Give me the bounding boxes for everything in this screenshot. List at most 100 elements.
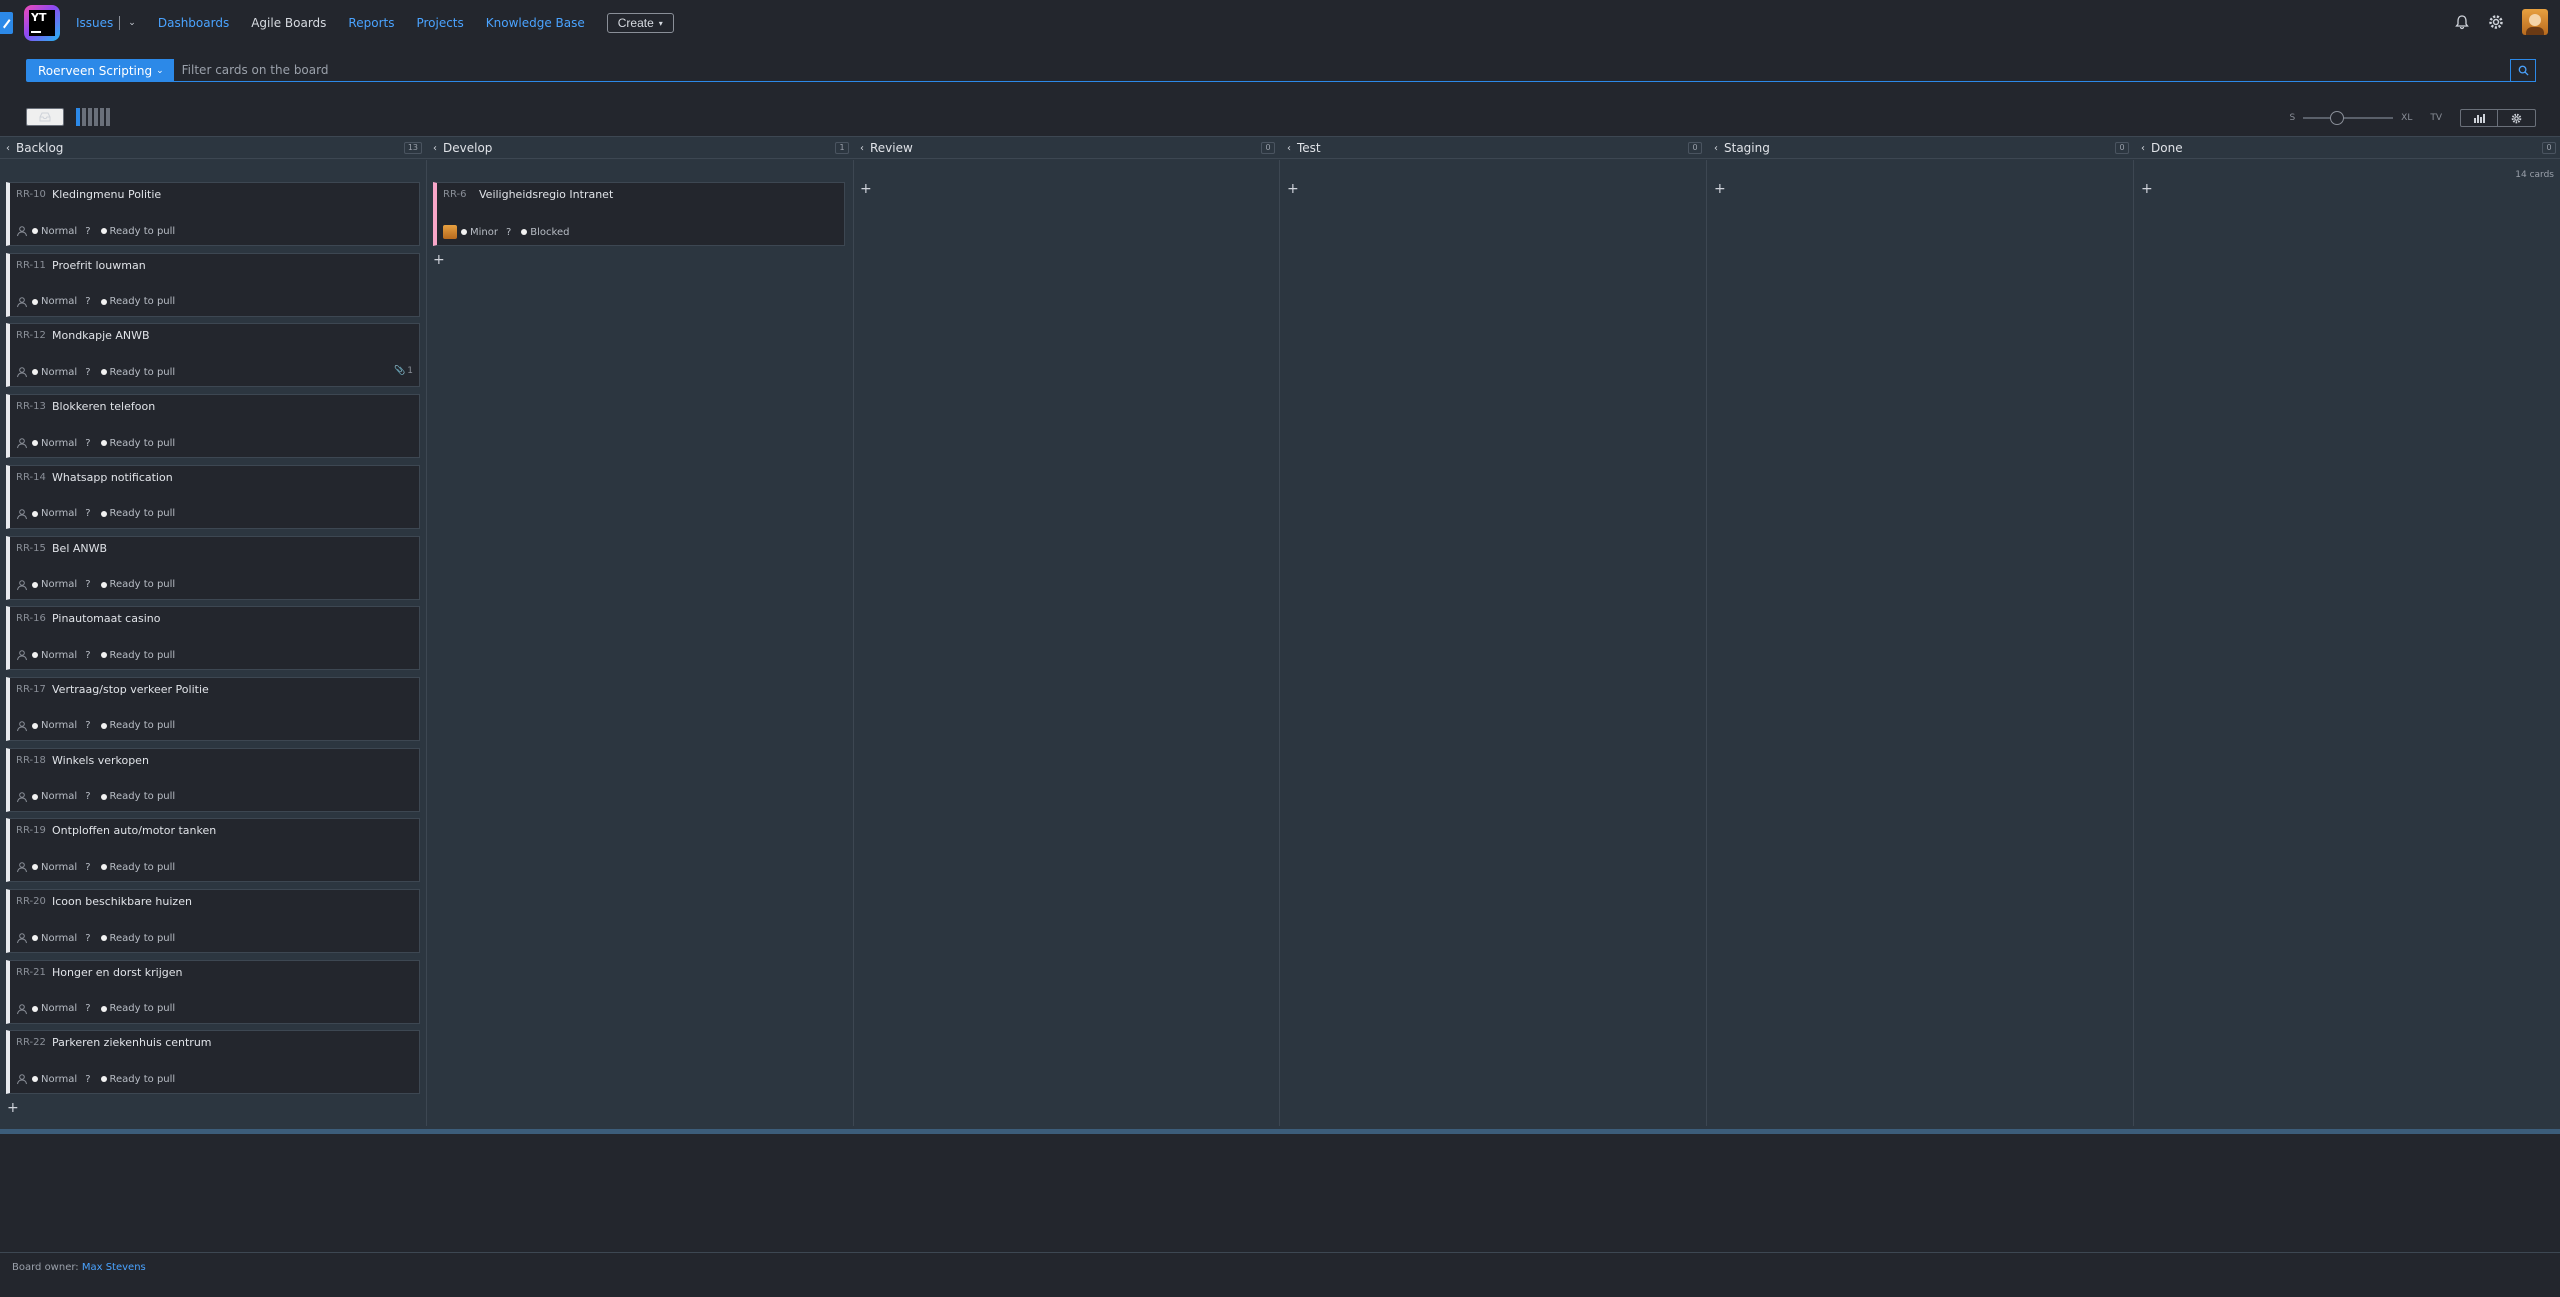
add-card-button-staging[interactable]: + <box>1714 182 1726 196</box>
estimate-field[interactable]: ? <box>85 1074 90 1085</box>
nav-agile-boards[interactable]: Agile Boards <box>251 16 326 30</box>
assignee-icon[interactable] <box>16 791 28 803</box>
column-header-backlog[interactable]: ‹ Backlog 13 <box>0 137 426 159</box>
state-field[interactable]: Ready to pull <box>110 720 176 731</box>
issue-title[interactable]: Kledingmenu Politie <box>52 188 161 201</box>
state-field[interactable]: Ready to pull <box>110 933 176 944</box>
card-size-slider[interactable] <box>2303 111 2394 125</box>
assignee-icon[interactable] <box>16 861 28 873</box>
state-field[interactable]: Ready to pull <box>110 791 176 802</box>
add-card-button-test[interactable]: + <box>1287 182 1299 196</box>
state-field[interactable]: Ready to pull <box>110 296 176 307</box>
state-field[interactable]: Ready to pull <box>110 438 176 449</box>
assignee-icon[interactable] <box>16 1073 28 1085</box>
column-header-done[interactable]: ‹ Done 0 <box>2135 137 2560 159</box>
assignee-icon[interactable] <box>16 225 28 237</box>
estimate-field[interactable]: ? <box>85 720 90 731</box>
estimate-field[interactable]: ? <box>85 367 90 378</box>
issue-id[interactable]: RR-11 <box>16 260 46 271</box>
priority-field[interactable]: Minor <box>470 227 498 238</box>
column-header-staging[interactable]: ‹ Staging 0 <box>1708 137 2133 159</box>
nav-reports[interactable]: Reports <box>348 16 394 30</box>
state-field[interactable]: Ready to pull <box>110 1003 176 1014</box>
user-avatar[interactable] <box>2522 9 2548 35</box>
collapse-chevron-icon[interactable]: ‹ <box>6 143 10 154</box>
issue-card[interactable]: RR-21 Honger en dorst krijgen Normal? Ready… <box>6 959 420 1024</box>
state-field[interactable]: Ready to pull <box>110 367 176 378</box>
issue-id[interactable]: RR-17 <box>16 684 46 695</box>
priority-field[interactable]: Normal <box>41 1074 77 1085</box>
estimate-field[interactable]: ? <box>506 227 511 238</box>
issue-id[interactable]: RR-14 <box>16 472 46 483</box>
collapse-chevron-icon[interactable]: ‹ <box>1714 143 1718 154</box>
issue-title[interactable]: Bel ANWB <box>52 542 107 555</box>
priority-field[interactable]: Normal <box>41 720 77 731</box>
issue-title[interactable]: Ontploffen auto/motor tanken <box>52 824 216 837</box>
slider-knob[interactable] <box>2329 111 2344 125</box>
issue-id[interactable]: RR-13 <box>16 401 46 412</box>
issue-id[interactable]: RR-16 <box>16 613 46 624</box>
issue-title[interactable]: Vertraag/stop verkeer Politie <box>52 683 209 696</box>
issue-id[interactable]: RR-10 <box>16 189 46 200</box>
priority-field[interactable]: Normal <box>41 226 77 237</box>
issue-card[interactable]: RR-12 Mondkapje ANWB Normal? Ready to pull 📎… <box>6 323 420 388</box>
assignee-icon[interactable] <box>16 932 28 944</box>
issue-id[interactable]: RR-18 <box>16 755 46 766</box>
youtrack-logo[interactable]: YT <box>24 5 60 41</box>
priority-field[interactable]: Normal <box>41 1003 77 1014</box>
issue-title[interactable]: Winkels verkopen <box>52 754 149 767</box>
state-field[interactable]: Blocked <box>530 227 569 238</box>
state-field[interactable]: Ready to pull <box>110 862 176 873</box>
issue-title[interactable]: Honger en dorst krijgen <box>52 966 182 979</box>
issue-title[interactable]: Pinautomaat casino <box>52 612 160 625</box>
issue-card[interactable]: RR-14 Whatsapp notification Normal? Ready t… <box>6 464 420 529</box>
estimate-field[interactable]: ? <box>85 933 90 944</box>
issue-card[interactable]: RR-11 Proefrit louwman Normal? Ready to pul… <box>6 252 420 317</box>
estimate-field[interactable]: ? <box>85 226 90 237</box>
assignee-icon[interactable] <box>16 720 28 732</box>
issue-title[interactable]: Proefrit louwman <box>52 259 146 272</box>
nav-issues[interactable]: Issues <box>76 16 113 30</box>
add-card-button-backlog[interactable]: + <box>7 1101 19 1115</box>
project-selector[interactable]: Roerveen Scripting ⌄ <box>26 59 174 82</box>
estimate-field[interactable]: ? <box>85 508 90 519</box>
issue-title[interactable]: Whatsapp notification <box>52 471 173 484</box>
assignee-icon[interactable] <box>16 1003 28 1015</box>
collapse-chevron-icon[interactable]: ‹ <box>2141 143 2145 154</box>
column-header-review[interactable]: ‹ Review 0 <box>854 137 1279 159</box>
estimate-field[interactable]: ? <box>85 296 90 307</box>
assignee-icon[interactable] <box>16 579 28 591</box>
issue-card[interactable]: RR-17 Vertraag/stop verkeer Politie Normal… <box>6 676 420 741</box>
assignee-avatar[interactable] <box>443 225 457 239</box>
bell-icon[interactable] <box>2454 14 2470 30</box>
issue-card[interactable]: RR-18 Winkels verkopen Normal? Ready to pul… <box>6 747 420 812</box>
issue-id[interactable]: RR-22 <box>16 1037 46 1048</box>
pen-icon[interactable] <box>0 12 13 34</box>
priority-field[interactable]: Normal <box>41 791 77 802</box>
tv-mode-label[interactable]: TV <box>2430 113 2442 123</box>
chart-button[interactable] <box>2460 109 2498 127</box>
assignee-icon[interactable] <box>16 649 28 661</box>
add-card-button-develop[interactable]: + <box>433 253 445 267</box>
estimate-field[interactable]: ? <box>85 579 90 590</box>
priority-field[interactable]: Normal <box>41 862 77 873</box>
add-card-button-done[interactable]: + <box>2141 182 2153 196</box>
issue-id[interactable]: RR-21 <box>16 967 46 978</box>
issue-card[interactable]: RR-13 Blokkeren telefoon Normal? Ready to p… <box>6 394 420 459</box>
backlog-toggle-button[interactable] <box>26 108 64 126</box>
board-owner-link[interactable]: Max Stevens <box>82 1262 146 1273</box>
issue-card[interactable]: RR-20 Icoon beschikbare huizen Normal? Read… <box>6 889 420 953</box>
collapse-chevron-icon[interactable]: ‹ <box>860 143 864 154</box>
assignee-icon[interactable] <box>16 366 28 378</box>
chevron-down-icon[interactable]: ⌄ <box>128 18 136 28</box>
issue-id[interactable]: RR-15 <box>16 543 46 554</box>
priority-field[interactable]: Normal <box>41 650 77 661</box>
priority-field[interactable]: Normal <box>41 933 77 944</box>
column-density-selector[interactable] <box>76 108 110 126</box>
issue-title[interactable]: Blokkeren telefoon <box>52 400 155 413</box>
add-card-button-review[interactable]: + <box>860 182 872 196</box>
issue-card[interactable]: RR-22 Parkeren ziekenhuis centrum Normal? R… <box>6 1030 420 1095</box>
estimate-field[interactable]: ? <box>85 1003 90 1014</box>
state-field[interactable]: Ready to pull <box>110 508 176 519</box>
issue-id[interactable]: RR-19 <box>16 825 46 836</box>
